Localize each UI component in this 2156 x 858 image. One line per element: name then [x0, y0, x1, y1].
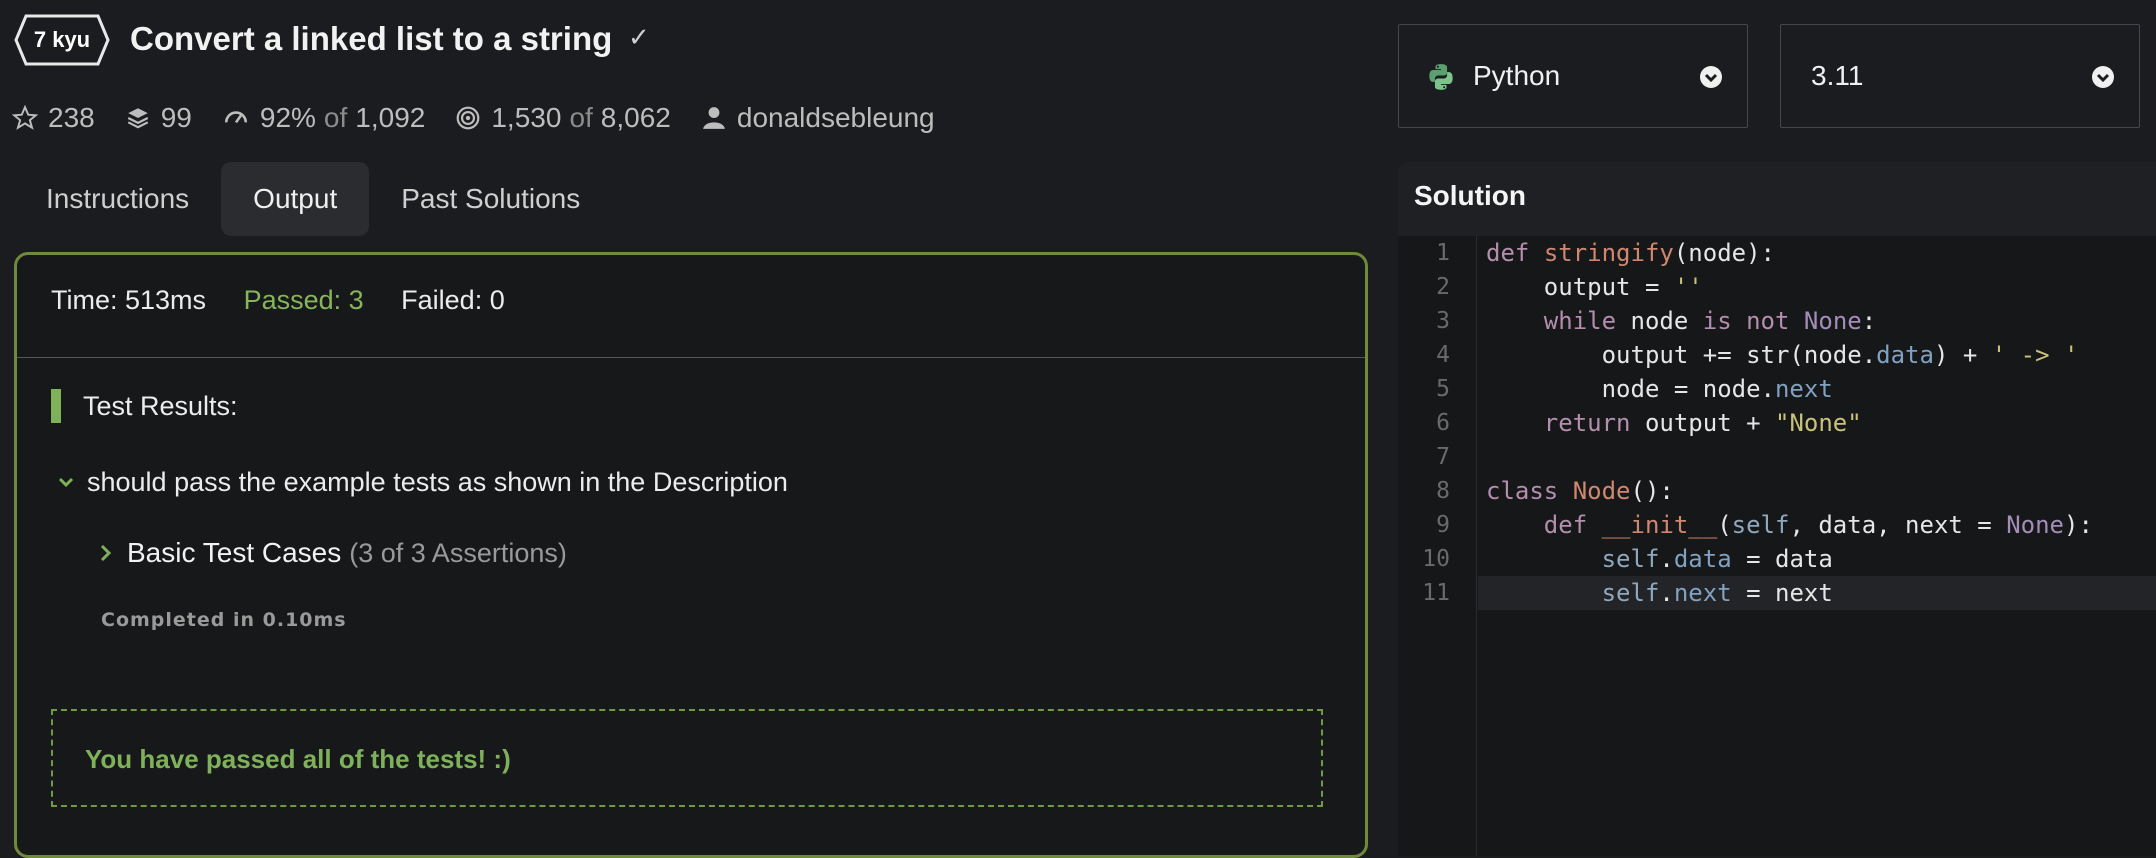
- solution-heading: Solution: [1414, 180, 1526, 211]
- code-line[interactable]: node = node.next: [1486, 372, 1833, 406]
- line-number: 11: [1422, 580, 1450, 606]
- target-icon: [456, 106, 480, 130]
- line-number: 6: [1436, 410, 1450, 436]
- test-summary: Time: 513ms Passed: 3 Failed: 0: [51, 285, 535, 316]
- code-line[interactable]: output = '': [1486, 270, 1703, 304]
- code-editor[interactable]: 1 2 3 4 5 6 7 8 9 10 11 def stringify(no…: [1398, 236, 2156, 856]
- code-line[interactable]: while node is not None:: [1486, 304, 1876, 338]
- checkmark-icon: ✓: [628, 22, 650, 52]
- version-value: 3.11: [1811, 60, 1864, 91]
- code-line[interactable]: class Node():: [1486, 474, 1674, 508]
- attempts-count: 8,062: [600, 102, 671, 133]
- layers-icon: [127, 108, 148, 129]
- panel-tabs: Instructions Output Past Solutions: [14, 162, 612, 236]
- summary-divider: [17, 357, 1365, 358]
- line-number: 5: [1436, 376, 1450, 402]
- assertion-count: (3 of 3 Assertions): [349, 537, 567, 568]
- code-line[interactable]: output += str(node.data) + ' -> ': [1486, 338, 2079, 372]
- chevron-right-icon: [100, 544, 112, 562]
- describe-title: should pass the example tests as shown i…: [87, 467, 788, 497]
- line-number: 2: [1436, 274, 1450, 300]
- kata-title: Convert a linked list to a string: [130, 20, 613, 57]
- passed-message: You have passed all of the tests! :): [85, 744, 511, 774]
- python-icon: [1429, 64, 1453, 90]
- chevron-down-circle-icon: [1700, 66, 1722, 88]
- stars-stat[interactable]: 238: [12, 102, 95, 134]
- line-number: 1: [1436, 240, 1450, 266]
- output-panel: Time: 513ms Passed: 3 Failed: 0 Test Res…: [14, 252, 1368, 858]
- describe-block[interactable]: should pass the example tests as shown i…: [57, 467, 788, 498]
- kata-stats: 238 99 92% of 1,092 1,530 of 8,062 donal…: [12, 98, 965, 138]
- code-line[interactable]: def __init__(self, data, next = None):: [1486, 508, 2093, 542]
- star-icon: [12, 105, 38, 130]
- passed-count: Passed: 3: [243, 285, 364, 315]
- passed-all-box: You have passed all of the tests! :): [51, 709, 1323, 807]
- gauge-icon: [224, 111, 247, 124]
- it-label: Basic Test Cases: [127, 537, 342, 568]
- test-results-heading: Test Results:: [51, 389, 238, 423]
- code-line[interactable]: def stringify(node):: [1486, 236, 1775, 270]
- rank-label: 7 kyu: [33, 27, 91, 52]
- code-line[interactable]: self.data = data: [1486, 542, 1833, 576]
- collections-stat[interactable]: 99: [125, 102, 192, 134]
- stars-count: 238: [48, 102, 95, 133]
- tab-instructions[interactable]: Instructions: [14, 162, 221, 236]
- line-number: 9: [1436, 512, 1450, 538]
- results-accent-bar: [51, 389, 61, 423]
- test-results-title: Test Results:: [83, 390, 238, 421]
- code-line[interactable]: self.next = next: [1486, 576, 1833, 610]
- language-select[interactable]: Python: [1398, 24, 1748, 128]
- chevron-down-circle-icon: [2092, 66, 2114, 88]
- tab-output[interactable]: Output: [221, 162, 370, 236]
- it-block[interactable]: Basic Test Cases (3 of 3 Assertions): [99, 537, 567, 569]
- user-icon: [703, 107, 725, 129]
- completed-of: of: [569, 102, 593, 133]
- line-number: 4: [1436, 342, 1450, 368]
- line-number-gutter: 1 2 3 4 5 6 7 8 9 10 11: [1398, 236, 1477, 856]
- line-number: 8: [1436, 478, 1450, 504]
- completed-count: 1,530: [491, 102, 562, 133]
- line-number: 10: [1422, 546, 1450, 572]
- author-stat[interactable]: donaldsebleung: [701, 102, 935, 134]
- failed-count: Failed: 0: [401, 285, 505, 315]
- line-number: 7: [1436, 444, 1450, 470]
- satisfaction-rating: 92%: [259, 102, 316, 133]
- author-name: donaldsebleung: [736, 102, 935, 133]
- rank-badge: 7 kyu: [14, 14, 110, 66]
- language-value: Python: [1473, 60, 1561, 91]
- tab-past-solutions[interactable]: Past Solutions: [369, 162, 612, 236]
- test-time: Time: 513ms: [51, 285, 207, 315]
- collections-count: 99: [160, 102, 192, 133]
- satisfaction-of: of: [323, 102, 348, 133]
- version-select[interactable]: 3.11: [1780, 24, 2140, 128]
- chevron-down-icon: [58, 477, 74, 487]
- completions-stat: 1,530 of 8,062: [455, 102, 671, 134]
- code-line[interactable]: return output + "None": [1486, 406, 1862, 440]
- solution-panel: Solution 1 2 3 4 5 6 7 8 9 10 11 def str…: [1398, 162, 2156, 856]
- line-number: 3: [1436, 308, 1450, 334]
- votes-count: 1,092: [355, 102, 426, 133]
- satisfaction-stat: 92% of 1,092: [222, 102, 425, 134]
- completed-time: Completed in 0.10ms: [101, 609, 347, 631]
